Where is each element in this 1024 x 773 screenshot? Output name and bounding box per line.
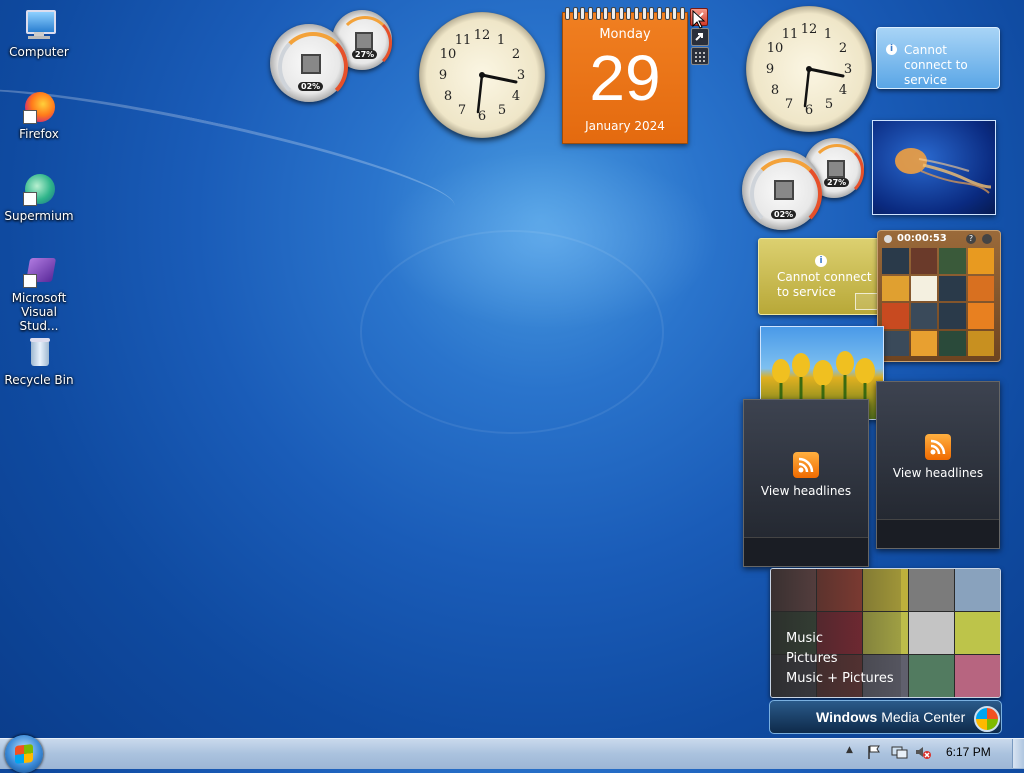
media-item-pictures[interactable]: Pictures [786,651,837,666]
svg-text:1: 1 [824,27,832,42]
svg-text:7: 7 [785,97,793,112]
calendar-day-number: 29 [589,42,661,114]
desktop-icon-computer[interactable]: Computer [0,8,78,59]
svg-text:8: 8 [771,83,779,98]
media-item-music-pictures[interactable]: Music + Pictures [786,671,894,686]
chip-icon [355,32,373,50]
svg-text:2: 2 [512,47,520,62]
svg-text:10: 10 [767,41,784,56]
feed-headlines-gadget[interactable]: View headlines [743,399,869,567]
desktop-icon-visual-studio[interactable]: Microsoft Visual Stud... [0,254,78,333]
svg-text:5: 5 [498,103,506,118]
jellyfish-photo [895,148,992,194]
svg-text:9: 9 [439,68,447,83]
desktop-icon-supermium[interactable]: Supermium [0,172,78,223]
visual-studio-icon [22,254,57,288]
desktop-icon-label: Firefox [19,127,59,141]
svg-text:1: 1 [497,33,505,48]
show-desktop-button[interactable] [1012,739,1024,768]
cpu-meter-gadget-2[interactable]: 27% 02% [742,138,866,230]
svg-text:4: 4 [839,83,847,98]
drag-gadget-handle[interactable] [691,47,709,65]
svg-text:5: 5 [825,97,833,112]
media-item-music[interactable]: Music [786,631,823,646]
cpu-value: 02% [298,82,324,91]
desktop-icon-label: Supermium [4,209,74,223]
desktop-icon-firefox[interactable]: Firefox [0,90,78,141]
expand-icon [695,33,703,41]
chip-icon [774,180,794,200]
start-button[interactable] [5,735,43,773]
desktop-icon-label: Recycle Bin [4,373,74,387]
cpu-gauge: 02% [270,24,348,102]
windows-logo-icon [974,706,1000,732]
clock-small-icon [884,235,892,243]
cpu-value: 02% [771,210,797,219]
rss-feed-icon [793,452,819,478]
slideshow-gadget[interactable] [872,120,996,215]
clock-face: 12 123 4567 891011 [766,22,852,118]
currency-gadget[interactable]: i Cannot connect to service [758,238,882,315]
puzzle-tiles[interactable] [882,248,994,356]
help-button[interactable]: ? [966,234,976,244]
svg-text:9: 9 [766,62,774,77]
svg-text:2: 2 [839,41,847,56]
svg-text:10: 10 [440,47,457,62]
desktop-icon-label: Microsoft Visual Stud... [11,291,67,333]
firefox-icon [22,90,56,124]
svg-text:3: 3 [844,62,852,77]
show-hidden-icons-button[interactable]: ▲ [846,745,853,755]
volume-muted-icon[interactable] [914,744,932,764]
puzzle-timer: 00:00:53 [897,233,947,244]
svg-text:4: 4 [512,89,520,104]
chip-icon [301,54,321,74]
svg-text:12: 12 [474,28,491,43]
computer-icon [22,8,56,42]
svg-text:11: 11 [782,27,799,42]
currency-grid-icon [855,293,879,310]
svg-text:7: 7 [458,103,466,118]
media-center-launcher[interactable]: Windows Media Center [769,700,1002,734]
calendar-month-year: January 2024 [585,119,665,133]
media-center-brand-bold: Windows [816,709,878,725]
view-headlines-link[interactable]: View headlines [744,484,868,498]
picture-puzzle-gadget[interactable]: 00:00:53 ? [877,230,1001,362]
windows-logo-icon [15,744,33,764]
chip-icon [827,160,845,178]
view-headlines-link[interactable]: View headlines [877,466,999,480]
cpu-gauge: 02% [742,150,822,230]
grip-icon [695,52,705,62]
action-center-flag-icon[interactable] [866,744,882,764]
network-icon[interactable] [890,744,908,764]
info-icon: i [815,255,827,267]
mouse-cursor [692,10,706,29]
picture-button[interactable] [982,234,992,244]
clock-face: 12 123 4567 891011 [439,28,525,124]
rss-feed-icon [925,434,951,460]
info-icon: i [886,44,897,55]
larger-size-button[interactable] [691,28,709,46]
svg-text:3: 3 [517,68,525,83]
desktop-icon-recycle-bin[interactable]: Recycle Bin [0,336,78,387]
svg-text:11: 11 [455,33,472,48]
svg-text:8: 8 [444,89,452,104]
feed-headlines-gadget-2[interactable]: View headlines [876,381,1000,549]
recycle-bin-icon [22,336,56,370]
memory-value: 27% [352,50,378,59]
clock-gadget[interactable]: 12 1 2 3 4567 8 9 10 11 [419,12,545,138]
calendar-gadget[interactable]: Monday 29 January 2024 [562,7,688,144]
calendar-weekday: Monday [599,27,651,42]
media-center-gadget[interactable]: Music Pictures Music + Pictures [770,568,1001,698]
calendar-binding [565,7,685,20]
supermium-icon [22,172,56,206]
cpu-meter-gadget[interactable]: 27% 02% [270,10,394,102]
taskbar-clock[interactable]: 6:17 PM [946,745,991,759]
media-center-brand-light: Media Center [881,709,966,725]
weather-gadget[interactable]: i Cannot connect to service [876,27,1000,89]
svg-text:12: 12 [801,22,818,37]
desktop-icon-label: Computer [9,45,69,59]
memory-value: 27% [824,178,850,187]
clock-gadget-2[interactable]: 12 1 2 3 4567 8 9 10 11 [746,6,872,132]
weather-error-message: Cannot connect to service [904,43,968,87]
